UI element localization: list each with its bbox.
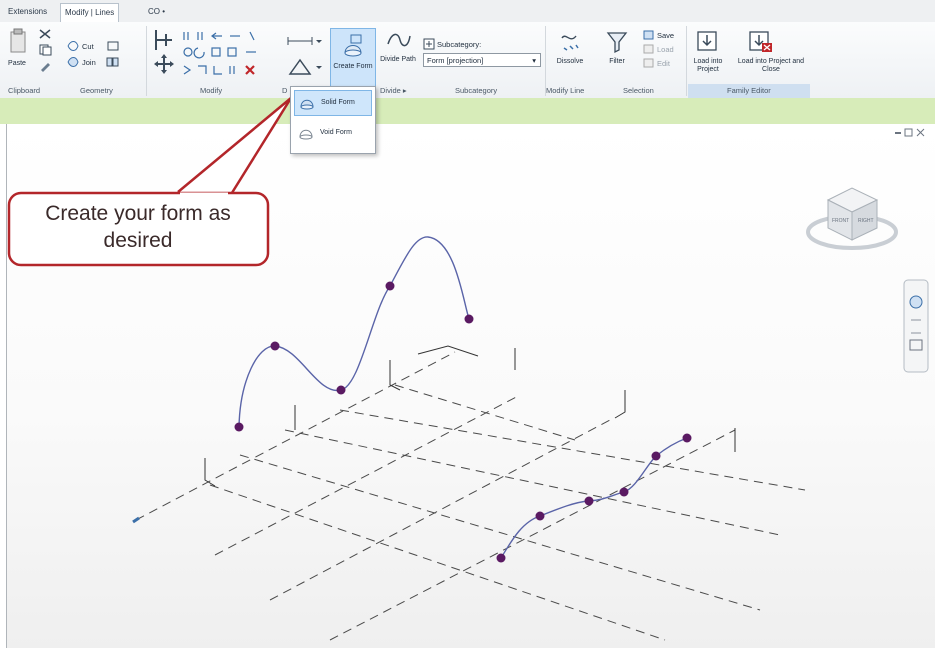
curve-point[interactable] xyxy=(385,281,395,291)
void-form-icon xyxy=(299,129,313,140)
curve-point[interactable] xyxy=(651,451,661,461)
curve-point[interactable] xyxy=(682,433,692,443)
model-scene: FRONT RIGHT xyxy=(7,96,929,641)
curve-point[interactable] xyxy=(496,553,506,563)
solid-form-option[interactable]: Solid Form xyxy=(294,90,372,116)
create-form-dropdown: Solid Form Void Form xyxy=(290,86,376,154)
solid-form-icon xyxy=(300,99,314,110)
callout-arrow xyxy=(177,96,293,197)
curve-point[interactable] xyxy=(336,385,346,395)
callout-text: Create your form as desired xyxy=(45,202,231,252)
origin-marker xyxy=(132,516,140,524)
level-markers xyxy=(204,345,736,487)
void-form-option[interactable]: Void Form xyxy=(294,121,370,145)
revit-window: Extensions Modify | Lines CO • Paste Cut… xyxy=(0,0,935,648)
reference-grid xyxy=(135,351,806,641)
curve-point[interactable] xyxy=(619,487,629,497)
view-cube-right-label: RIGHT xyxy=(858,218,874,224)
void-form-label: Void Form xyxy=(320,129,352,136)
spline-curve-upper[interactable] xyxy=(238,236,470,428)
curve-point[interactable] xyxy=(464,314,474,324)
viewport-window-controls[interactable] xyxy=(895,128,925,137)
solid-form-label: Solid Form xyxy=(321,99,355,106)
curve-point[interactable] xyxy=(270,341,280,351)
curve-point[interactable] xyxy=(584,496,594,506)
view-cube-front-label: FRONT xyxy=(832,218,849,224)
navigation-bar[interactable] xyxy=(903,279,929,373)
curve-point[interactable] xyxy=(234,422,244,432)
curve-point[interactable] xyxy=(535,511,545,521)
view-cube[interactable] xyxy=(806,187,898,250)
